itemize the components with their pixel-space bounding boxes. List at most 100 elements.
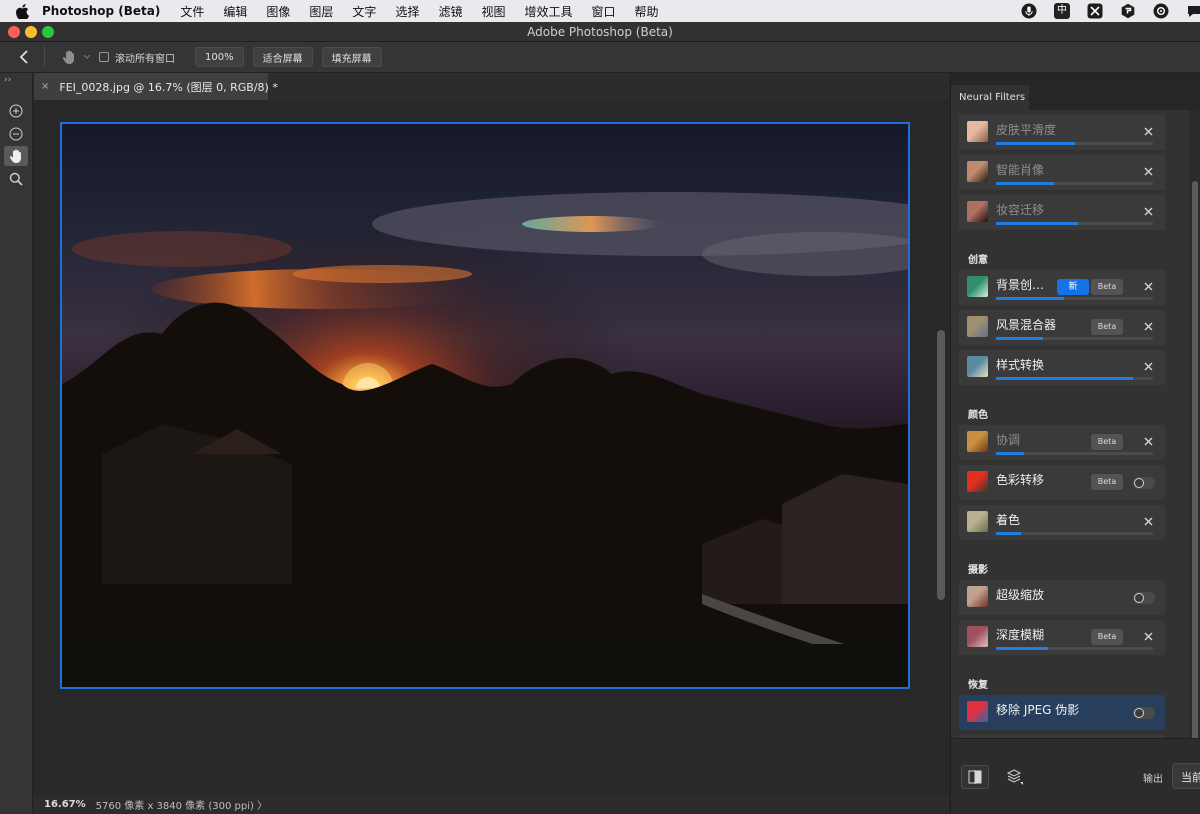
filter-row[interactable]: 协调 Beta [959, 425, 1165, 460]
sunset-photo [62, 124, 908, 687]
sync-tray-icon[interactable] [1153, 3, 1169, 19]
menu-filter[interactable]: 滤镜 [438, 3, 462, 20]
close-icon [1144, 167, 1152, 175]
app-tray-icon[interactable] [1120, 3, 1136, 19]
remove-filter-button[interactable] [1141, 514, 1155, 528]
remove-filter-button[interactable] [1141, 164, 1155, 178]
filter-row[interactable]: 样式转换 [959, 350, 1165, 385]
filter-row[interactable]: 超级缩放 [959, 580, 1165, 615]
filter-row[interactable]: 智能肖像 [959, 155, 1165, 190]
filter-progress-bar [996, 337, 1153, 340]
filter-thumbnail [967, 121, 988, 142]
fill-screen-button[interactable]: 填充屏幕 [321, 47, 382, 67]
app-menu[interactable]: Photoshop (Beta) [42, 4, 160, 18]
filter-list: 皮肤平滑度 智能肖像 妆容迁移 创意 背景创… 新 Beta 风景混合器 Beta 样式转换 颜色协… [951, 110, 1189, 738]
menu-file[interactable]: 文件 [180, 3, 204, 20]
filter-row[interactable]: 移除 JPEG 伪影 [959, 695, 1165, 730]
fit-screen-button[interactable]: 适合屏幕 [252, 47, 313, 67]
window-title: Adobe Photoshop (Beta) [527, 25, 673, 39]
layers-icon [1006, 769, 1023, 785]
menu-window[interactable]: 窗口 [592, 3, 616, 20]
filter-toggle[interactable] [1133, 477, 1155, 489]
section-heading: 摄影 [968, 565, 988, 576]
filter-name: 智能肖像 [996, 163, 1045, 177]
tool-hand[interactable] [4, 146, 28, 166]
panel-scrollbar[interactable] [1192, 181, 1198, 741]
scroll-all-windows-checkbox[interactable] [99, 52, 109, 62]
canvas-area[interactable] [34, 100, 949, 795]
zoom-level[interactable]: 16.67% [44, 799, 86, 810]
filter-name: 超级缩放 [996, 588, 1045, 602]
document-image[interactable] [60, 122, 910, 689]
menu-edit[interactable]: 编辑 [223, 3, 247, 20]
chevron-down-icon[interactable] [83, 53, 91, 61]
filter-name: 样式转换 [996, 358, 1045, 372]
filter-row[interactable]: 着色 [959, 505, 1165, 540]
filter-toggle[interactable] [1133, 707, 1155, 719]
menu-plugins[interactable]: 增效工具 [524, 3, 572, 20]
filter-progress-fill [996, 532, 1022, 535]
remove-filter-button[interactable] [1141, 319, 1155, 333]
document-tab-label: FEI_0028.jpg @ 16.7% (图层 0, RGB/8) * [59, 80, 278, 94]
filter-row[interactable]: 背景创… 新 Beta [959, 270, 1165, 305]
compare-button[interactable] [961, 765, 989, 789]
filter-name: 风景混合器 [996, 318, 1057, 332]
close-icon [1144, 517, 1152, 525]
beta-badge: Beta [1091, 474, 1123, 490]
document-info[interactable]: 5760 像素 x 3840 像素 (300 ppi) 〉 [96, 797, 267, 812]
beta-badge: Beta [1091, 319, 1123, 335]
menu-layer[interactable]: 图层 [309, 3, 333, 20]
document-tab[interactable]: × FEI_0028.jpg @ 16.7% (图层 0, RGB/8) * [34, 73, 278, 100]
remove-filter-button[interactable] [1141, 359, 1155, 373]
zoom-100-button[interactable]: 100% [195, 47, 244, 67]
back-button[interactable] [14, 47, 34, 67]
filter-progress-fill [996, 452, 1025, 455]
microphone-icon[interactable] [1021, 3, 1037, 19]
apple-icon[interactable] [14, 3, 30, 19]
tool-zoom[interactable] [4, 169, 28, 189]
menu-help[interactable]: 帮助 [635, 3, 659, 20]
layer-preview-button[interactable] [1001, 765, 1029, 789]
output-select[interactable]: 当前图层 [1172, 763, 1200, 789]
menu-select[interactable]: 选择 [395, 3, 419, 20]
filter-row[interactable]: 色彩转移 Beta [959, 465, 1165, 500]
tab-neural-filters[interactable]: Neural Filters [951, 85, 1029, 110]
filter-row[interactable]: 妆容迁移 [959, 195, 1165, 230]
filter-row[interactable]: 深度模糊 Beta [959, 620, 1165, 655]
input-method-icon[interactable]: 中 [1054, 3, 1070, 19]
capcut-icon[interactable] [1087, 3, 1103, 19]
close-tab-icon[interactable]: × [41, 81, 49, 92]
remove-filter-button[interactable] [1141, 279, 1155, 293]
vertical-scrollbar[interactable] [937, 330, 945, 600]
filter-toggle[interactable] [1133, 592, 1155, 604]
filter-progress-fill [996, 142, 1075, 145]
panel-scroll-track [1189, 110, 1200, 160]
close-icon [1144, 322, 1152, 330]
menu-image[interactable]: 图像 [266, 3, 290, 20]
filter-row[interactable]: 风景混合器 Beta [959, 310, 1165, 345]
remove-filter-button[interactable] [1141, 124, 1155, 138]
filter-thumbnail [967, 356, 988, 377]
menu-view[interactable]: 视图 [481, 3, 505, 20]
messages-tray-icon[interactable] [1186, 3, 1200, 19]
tool-zoom-in[interactable] [4, 101, 28, 121]
remove-filter-button[interactable] [1141, 434, 1155, 448]
filter-thumbnail [967, 431, 988, 452]
tool-preset-picker[interactable] [55, 46, 83, 68]
neural-filters-panel: Neural Filters 皮肤平滑度 智能肖像 妆容迁移 创意 背景创… 新 Beta 风… [950, 73, 1200, 814]
remove-filter-button[interactable] [1141, 629, 1155, 643]
collapse-panel-icon[interactable]: ›› [4, 75, 11, 85]
filter-progress-bar [996, 142, 1153, 145]
close-icon [1144, 362, 1152, 370]
remove-filter-button[interactable] [1141, 204, 1155, 218]
beta-badge: Beta [1091, 629, 1123, 645]
output-label: 输出 [1143, 774, 1163, 785]
menu-type[interactable]: 文字 [352, 3, 376, 20]
filter-thumbnail [967, 471, 988, 492]
tool-zoom-out[interactable] [4, 124, 28, 144]
filter-thumbnail [967, 161, 988, 182]
filter-progress-bar [996, 222, 1153, 225]
filter-thumbnail [967, 701, 988, 722]
filter-row[interactable]: 皮肤平滑度 [959, 115, 1165, 150]
filter-name: 协调 [996, 433, 1021, 447]
